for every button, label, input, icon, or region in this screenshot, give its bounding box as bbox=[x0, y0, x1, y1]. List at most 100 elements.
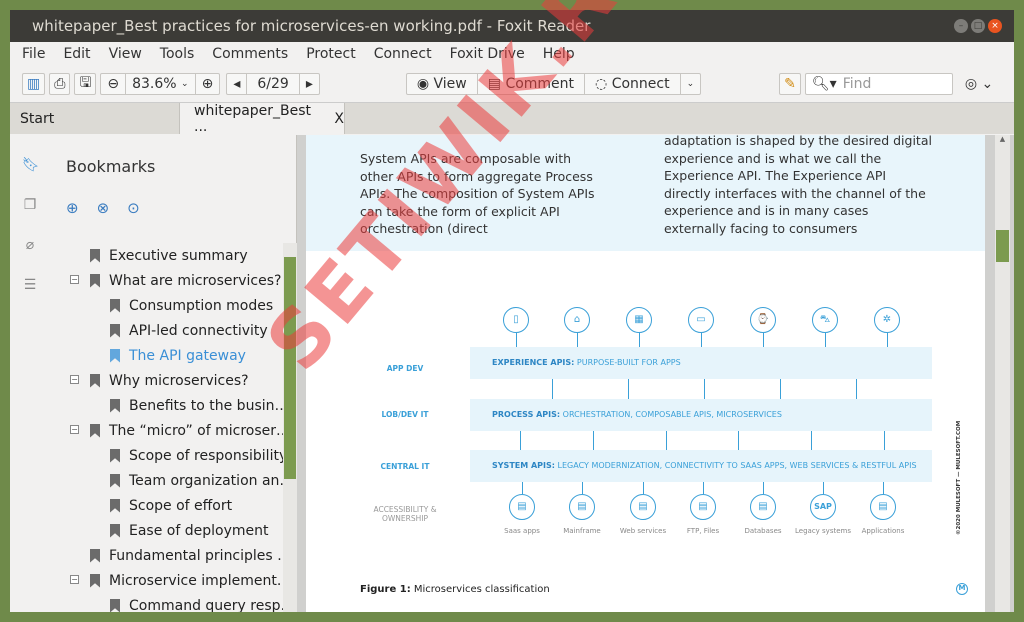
connector bbox=[856, 379, 857, 399]
bookmark-label: Why microservices? bbox=[109, 372, 249, 389]
collapse-icon[interactable]: − bbox=[70, 375, 79, 384]
menu-edit[interactable]: Edit bbox=[63, 46, 90, 62]
layer-name: SYSTEM APIS: bbox=[492, 461, 555, 470]
find-input[interactable]: 🔍︎▾ Find bbox=[804, 73, 953, 95]
menu-comments[interactable]: Comments bbox=[212, 46, 288, 62]
bookmark-label: Command query resp… bbox=[129, 597, 283, 613]
system-label: Saas apps bbox=[504, 527, 540, 535]
ownership-label: ACCESSIBILITY & OWNERSHIP bbox=[373, 505, 437, 523]
connector bbox=[639, 333, 640, 347]
zoom-in-icon[interactable]: ⊕ bbox=[196, 74, 220, 94]
watch-icon: ⌚ bbox=[750, 307, 776, 333]
bookmark-label: What are microservices? bbox=[109, 272, 282, 289]
system-label: Mainframe bbox=[563, 527, 601, 535]
menu-tools[interactable]: Tools bbox=[160, 46, 195, 62]
menu-view[interactable]: View bbox=[109, 46, 142, 62]
bookmark-icon bbox=[90, 423, 100, 438]
bookmark-label: The “micro” of microser… bbox=[109, 422, 283, 439]
menu-file[interactable]: File bbox=[22, 46, 45, 62]
tab-document[interactable]: whitepaper_Best ... X bbox=[180, 103, 345, 135]
comments-panel-icon[interactable]: ☰ bbox=[22, 277, 38, 293]
system-label: Databases bbox=[744, 527, 782, 535]
bookmark-panel-icon[interactable]: 🔖︎ bbox=[22, 157, 40, 173]
connector bbox=[780, 379, 781, 399]
save-button[interactable]: 🖫 bbox=[74, 73, 97, 95]
maximize-button[interactable]: □ bbox=[971, 19, 985, 33]
bookmark-label: API-led connectivity bbox=[129, 322, 268, 339]
collapse-icon[interactable]: − bbox=[70, 275, 79, 284]
system-icon: ▤ bbox=[630, 494, 656, 520]
connect-label: Connect bbox=[611, 76, 670, 92]
print-button[interactable]: ⎙ bbox=[49, 73, 71, 95]
system-icon: ▤ bbox=[509, 494, 535, 520]
account-icon[interactable]: ◎ ⌄ bbox=[965, 76, 993, 92]
next-page-button[interactable]: ▸ bbox=[300, 74, 319, 94]
connector bbox=[552, 379, 553, 399]
add-bookmark-icon[interactable]: ⊕ bbox=[66, 199, 79, 217]
bookmark-item[interactable]: Ease of deployment bbox=[60, 518, 283, 543]
bookmark-item[interactable]: Scope of effort bbox=[60, 493, 283, 518]
minimize-button[interactable]: – bbox=[954, 19, 968, 33]
api-layer-row: PROCESS APIS: ORCHESTRATION, COMPOSABLE … bbox=[470, 399, 932, 431]
bookmark-icon bbox=[90, 248, 100, 263]
connector bbox=[666, 431, 667, 450]
expand-bookmark-icon[interactable]: ⊙ bbox=[127, 199, 140, 217]
layer-description: ORCHESTRATION, COMPOSABLE APIS, MICROSER… bbox=[560, 410, 782, 419]
mulesoft-logo: M bbox=[956, 583, 968, 595]
zoom-out-icon[interactable]: ⊖ bbox=[101, 74, 127, 94]
menu-connect[interactable]: Connect bbox=[374, 46, 432, 62]
bookmark-item[interactable]: Team organization an… bbox=[60, 468, 283, 493]
pages-panel-icon[interactable]: ❐ bbox=[22, 197, 38, 213]
tab-start[interactable]: Start bbox=[10, 103, 180, 134]
prev-page-button[interactable]: ◂ bbox=[227, 74, 248, 94]
bookmark-item[interactable]: API-led connectivity bbox=[60, 318, 283, 343]
ownership-label: APP DEV bbox=[386, 364, 424, 373]
scroll-thumb[interactable] bbox=[996, 230, 1009, 262]
bookmark-label: Consumption modes bbox=[129, 297, 274, 314]
bookmark-item[interactable]: Consumption modes bbox=[60, 293, 283, 318]
collapse-icon[interactable]: − bbox=[70, 425, 79, 434]
connector bbox=[577, 333, 578, 347]
bookmark-label: Ease of deployment bbox=[129, 522, 269, 539]
page-nav: ◂ 6/29 ▸ bbox=[226, 73, 320, 95]
figure-number: Figure 1: bbox=[360, 584, 411, 595]
tab-start-label: Start bbox=[20, 110, 55, 127]
bookmark-item[interactable]: Scope of responsibility bbox=[60, 443, 283, 468]
highlight-button[interactable]: ✎ bbox=[779, 73, 801, 95]
bookmark-item[interactable]: − Microservice implement… bbox=[60, 568, 283, 593]
delete-bookmark-icon[interactable]: ⊗ bbox=[97, 199, 110, 217]
bookmark-item[interactable]: The API gateway bbox=[60, 343, 283, 368]
bookmark-item[interactable]: − The “micro” of microser… bbox=[60, 418, 283, 443]
bookmark-icon bbox=[90, 548, 100, 563]
figure-title: Microservices classification bbox=[410, 584, 550, 595]
bookmark-item[interactable]: − What are microservices? bbox=[60, 268, 283, 293]
page-number-input[interactable]: 6/29 bbox=[247, 74, 300, 94]
bookmark-item[interactable]: Benefits to the busin… bbox=[60, 393, 283, 418]
connect-button[interactable]: ◌ Connect bbox=[585, 74, 681, 94]
ownership-label: CENTRAL IT bbox=[380, 462, 430, 471]
connector bbox=[520, 431, 521, 450]
attachments-panel-icon[interactable]: ⌀ bbox=[22, 237, 38, 253]
api-layer-row: SYSTEM APIS: LEGACY MODERNIZATION, CONNE… bbox=[470, 450, 932, 482]
layer-description: LEGACY MODERNIZATION, CONNECTIVITY TO SA… bbox=[554, 461, 917, 470]
layer-name: PROCESS APIS: bbox=[492, 410, 561, 419]
zoom-select[interactable]: 83.6% ⌄ bbox=[126, 74, 196, 94]
bookmark-icon bbox=[110, 298, 120, 313]
iot-icon: ✲ bbox=[874, 307, 900, 333]
bookmark-item[interactable]: Command query resp… bbox=[60, 593, 283, 612]
connector bbox=[763, 482, 764, 494]
close-button[interactable]: × bbox=[988, 19, 1002, 33]
document-scrollbar[interactable]: ▲ bbox=[995, 135, 1010, 612]
collapse-icon[interactable]: − bbox=[70, 575, 79, 584]
bookmark-item[interactable]: − Why microservices? bbox=[60, 368, 283, 393]
bookmark-item[interactable]: Fundamental principles … bbox=[60, 543, 283, 568]
bookmark-item[interactable]: Executive summary bbox=[60, 243, 283, 268]
api-layer-row: EXPERIENCE APIS: PURPOSE-BUILT FOR APPS bbox=[470, 347, 932, 379]
sidebar-toggle-button[interactable]: ▥ bbox=[22, 73, 46, 95]
mode-dropdown[interactable]: ⌄ bbox=[681, 74, 701, 94]
system-icon: SAP bbox=[810, 494, 836, 520]
connector bbox=[582, 482, 583, 494]
menu-protect[interactable]: Protect bbox=[306, 46, 356, 62]
tab-close-icon[interactable]: X bbox=[334, 111, 344, 127]
bookmark-icon bbox=[110, 523, 120, 538]
